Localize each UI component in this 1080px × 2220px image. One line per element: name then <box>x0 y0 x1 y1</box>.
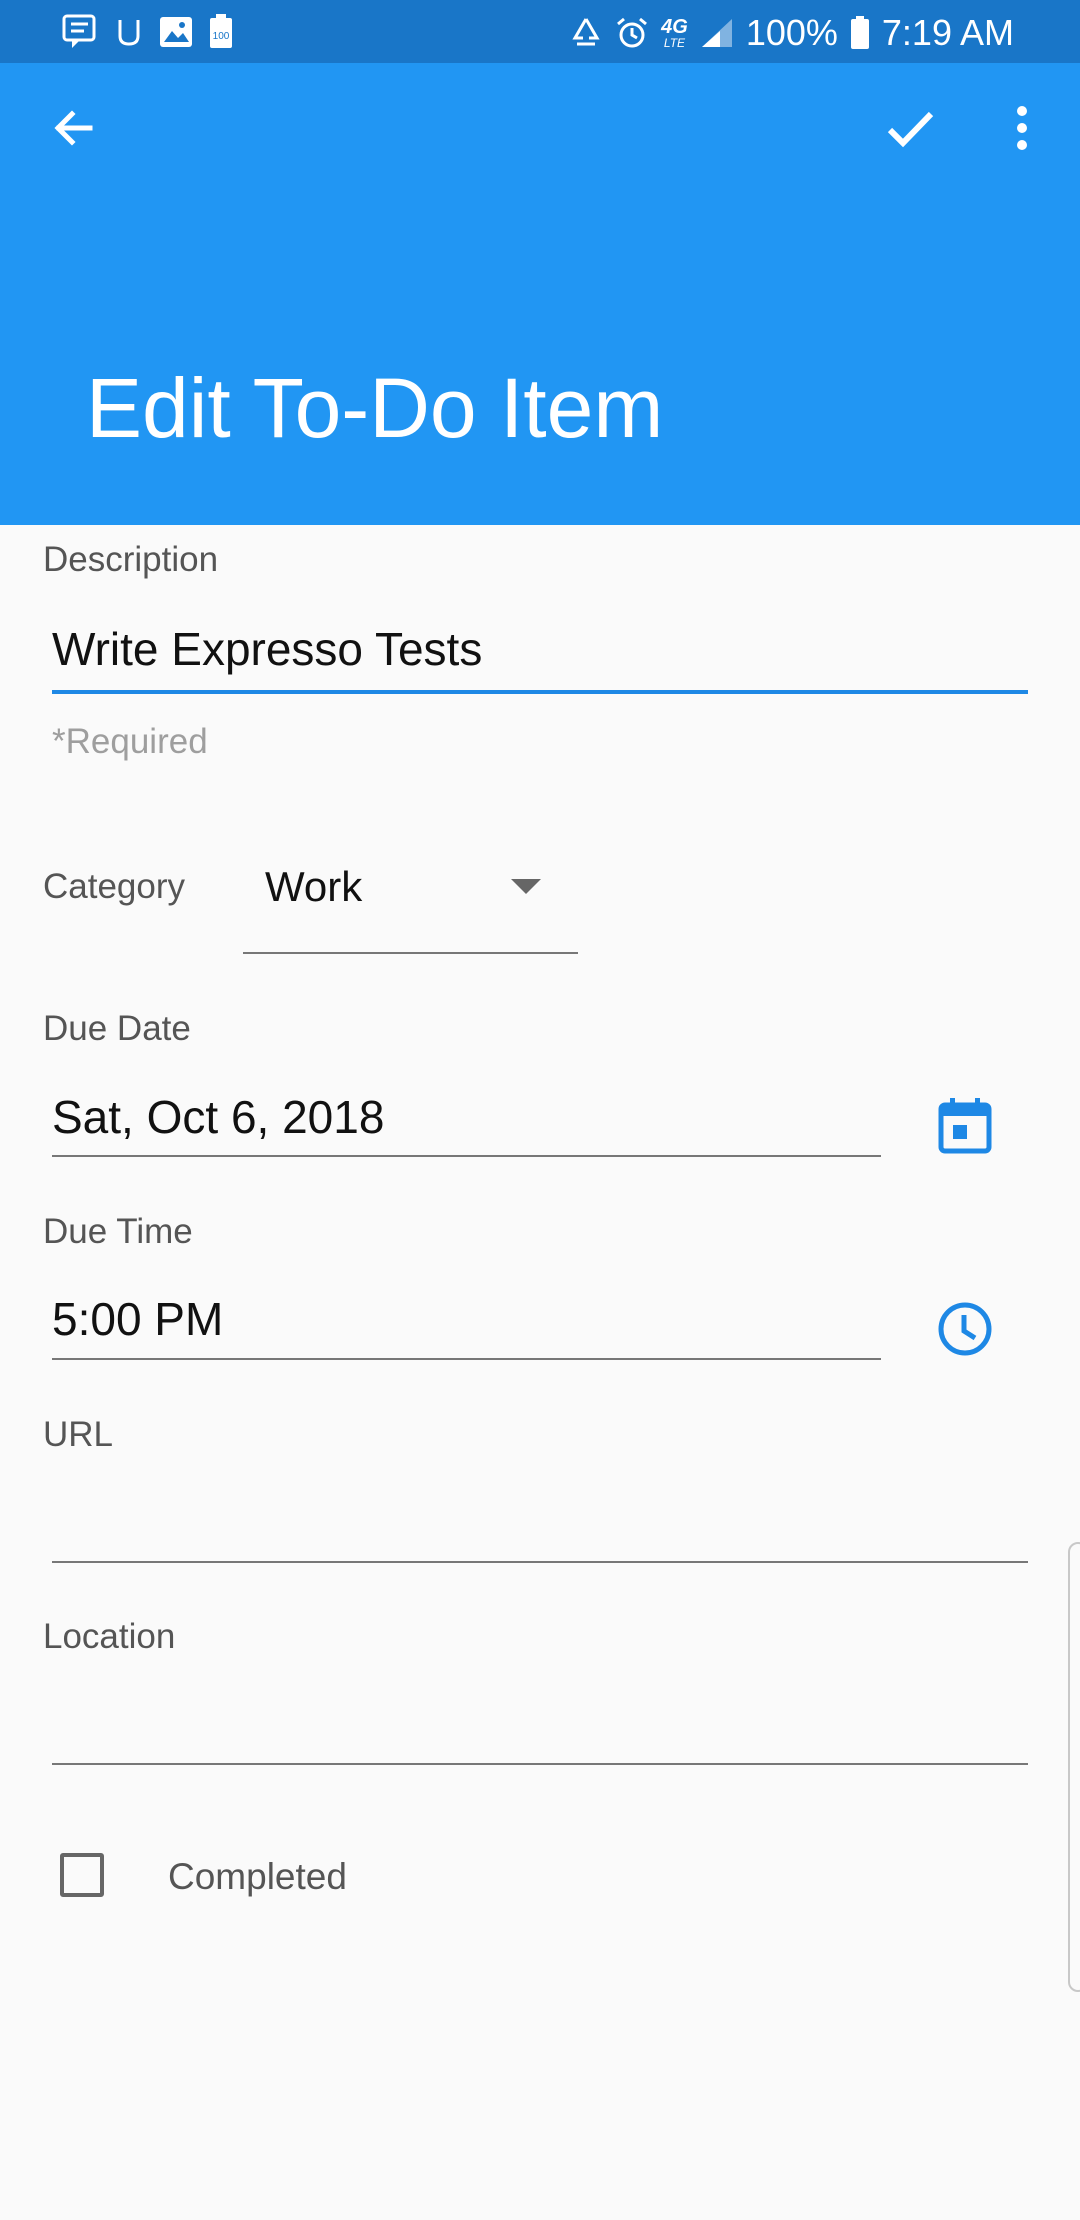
more-vert-icon <box>1017 106 1027 150</box>
category-selected-value: Work <box>265 863 363 910</box>
back-button[interactable] <box>38 92 110 164</box>
edge-panel-handle[interactable] <box>1068 1542 1080 1992</box>
category-underline <box>243 952 578 954</box>
battery-icon <box>850 16 869 49</box>
location-underline <box>52 1763 1028 1765</box>
location-label: Location <box>43 1617 176 1656</box>
url-underline <box>52 1561 1028 1563</box>
page-title: Edit To-Do Item <box>86 361 664 455</box>
data-saver-icon <box>572 18 600 46</box>
due-date-input[interactable]: Sat, Oct 6, 2018 <box>52 1090 384 1144</box>
network-sub-label: LTE <box>663 36 686 50</box>
arrow-back-icon <box>54 110 93 146</box>
clock: 7:19 AM <box>881 12 1014 53</box>
description-helper-text: *Required <box>52 722 208 761</box>
clock-icon <box>938 1302 992 1356</box>
date-picker-button[interactable] <box>932 1093 998 1159</box>
time-picker-button[interactable] <box>932 1296 998 1362</box>
check-icon <box>887 111 934 148</box>
description-underline <box>52 690 1028 694</box>
description-label: Description <box>43 540 219 579</box>
category-dropdown[interactable]: Work <box>243 845 578 955</box>
location-input[interactable] <box>52 1697 1028 1757</box>
status-bar: 100 4G LTE 100% 7:19 AM <box>0 0 1080 63</box>
gallery-icon <box>160 17 192 47</box>
due-date-label: Due Date <box>43 1009 191 1048</box>
more-options-button[interactable] <box>986 92 1058 164</box>
storage-badge-text: 100 <box>213 31 230 42</box>
network-type-label: 4G <box>661 16 688 38</box>
dropdown-arrow-icon <box>511 879 541 894</box>
alarm-icon <box>617 17 648 48</box>
notification-icons: 100 <box>62 14 234 50</box>
battery-percent: 100% <box>745 12 838 53</box>
message-icon <box>62 14 96 48</box>
due-time-underline <box>52 1358 881 1360</box>
category-label: Category <box>43 867 186 906</box>
uber-icon <box>118 20 140 46</box>
completed-checkbox[interactable] <box>60 1853 104 1897</box>
description-input[interactable]: Write Expresso Tests <box>52 622 482 676</box>
calendar-icon <box>938 1098 992 1154</box>
completed-label[interactable]: Completed <box>168 1856 347 1898</box>
url-label: URL <box>43 1415 114 1454</box>
storage-icon: 100 <box>210 14 232 48</box>
signal-icon <box>701 19 732 47</box>
due-time-label: Due Time <box>43 1212 193 1251</box>
url-input[interactable] <box>52 1495 1028 1555</box>
network-type-icon: 4G LTE <box>661 17 688 49</box>
save-button[interactable] <box>874 92 946 164</box>
due-time-input[interactable]: 5:00 PM <box>52 1292 223 1346</box>
due-date-underline <box>52 1155 881 1157</box>
system-status-icons: 4G LTE 100% 7:19 AM <box>569 8 1014 58</box>
